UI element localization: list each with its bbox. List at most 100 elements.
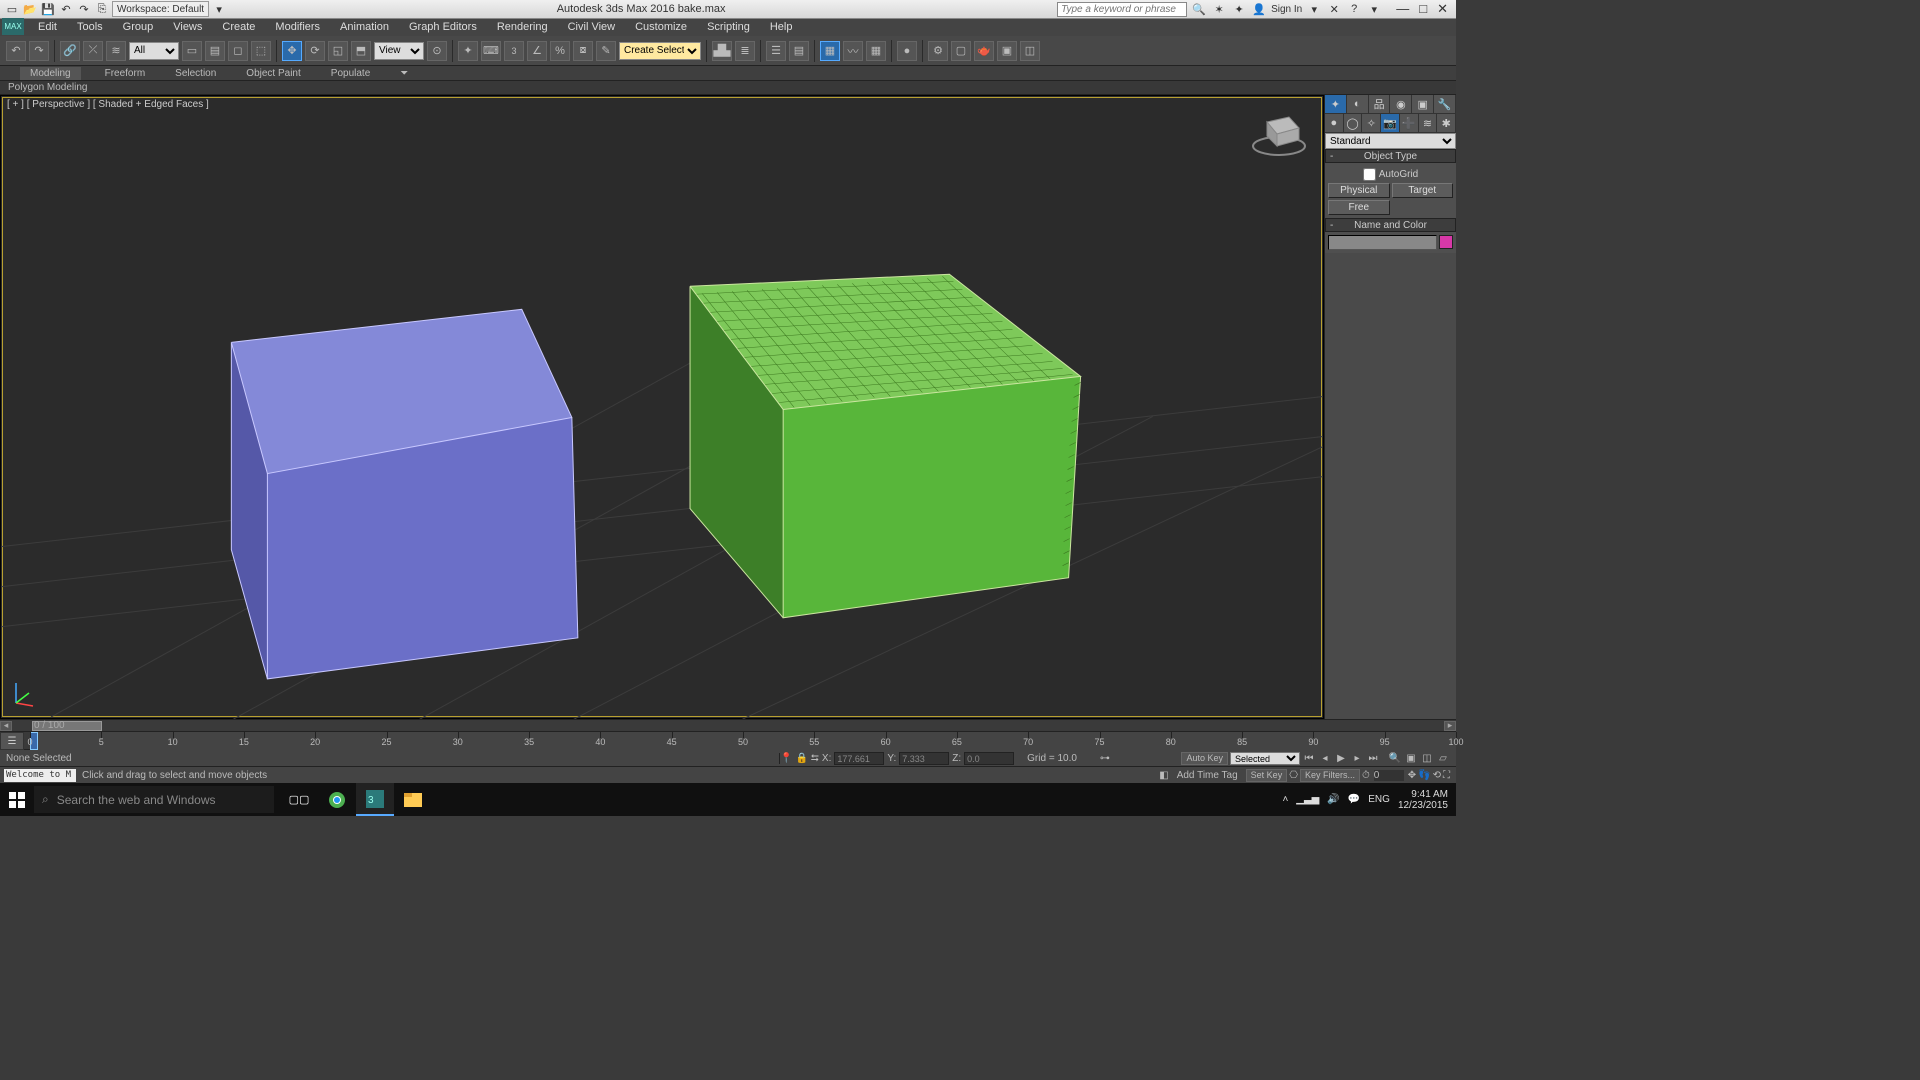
task-view-button[interactable]: ▢▢ [280, 783, 318, 816]
name-color-header[interactable]: -Name and Color [1325, 218, 1456, 232]
object-green-cube[interactable] [690, 274, 1081, 618]
viewport[interactable]: [ + ] [ Perspective ] [ Shaded + Edged F… [0, 95, 1324, 719]
redo-icon[interactable]: ↷ [76, 1, 92, 17]
taskbar-explorer-icon[interactable] [394, 783, 432, 816]
menu-animation[interactable]: Animation [330, 19, 399, 36]
nav-zoom-icon[interactable]: 🔍 [1388, 751, 1402, 765]
target-button[interactable]: Target [1392, 183, 1454, 198]
nav-orbit-icon[interactable]: ⟲ [1433, 770, 1441, 781]
display-tab-icon[interactable]: ▣ [1412, 95, 1434, 113]
trackbar-menu-button[interactable]: ☰ [0, 732, 24, 750]
ribbon-tab-selection[interactable]: Selection [169, 67, 222, 80]
object-name-input[interactable] [1328, 235, 1437, 250]
search-icon[interactable]: 🔍 [1191, 1, 1207, 17]
menu-civil-view[interactable]: Civil View [558, 19, 625, 36]
systems-icon[interactable]: ✱ [1437, 114, 1456, 132]
link-button[interactable]: 🔗 [60, 41, 80, 61]
menu-modifiers[interactable]: Modifiers [265, 19, 330, 36]
hierarchy-tab-icon[interactable]: 品 [1369, 95, 1391, 113]
tray-network-icon[interactable]: ▁▃▅ [1296, 794, 1319, 805]
time-slider[interactable]: ◂ 0 / 100 ▸ [0, 719, 1456, 731]
shapes-icon[interactable]: ◯ [1344, 114, 1363, 132]
spinner-snap-button[interactable]: ⧇ [573, 41, 593, 61]
tray-clock[interactable]: 9:41 AM 12/23/2015 [1398, 789, 1448, 811]
ribbon-tab-object-paint[interactable]: Object Paint [240, 67, 306, 80]
cameras-icon[interactable]: 📷 [1381, 114, 1400, 132]
manipulate-button[interactable]: ✦ [458, 41, 478, 61]
unlink-button[interactable]: ⤫ [83, 41, 103, 61]
nav-zoom-extents-icon[interactable]: ◫ [1420, 751, 1434, 765]
spacewarps-icon[interactable]: ≋ [1419, 114, 1438, 132]
material-editor-button[interactable]: ● [897, 41, 917, 61]
menu-customize[interactable]: Customize [625, 19, 697, 36]
minimize-button[interactable]: — [1396, 1, 1409, 17]
select-scale-button[interactable]: ◱ [328, 41, 348, 61]
undo-icon[interactable]: ↶ [58, 1, 74, 17]
nav-pan-icon[interactable]: ✥ [1408, 770, 1416, 781]
ref-coord-dropdown[interactable]: View [374, 42, 424, 60]
exchange2-icon[interactable]: ✕ [1326, 1, 1342, 17]
free-button[interactable]: Free [1328, 200, 1390, 215]
physical-button[interactable]: Physical [1328, 183, 1390, 198]
track-bar[interactable]: ☰ 05101520253035404550556065707580859095… [0, 731, 1456, 749]
autogrid-checkbox[interactable] [1363, 168, 1376, 181]
y-field[interactable]: 7.333 [899, 752, 949, 765]
current-frame-field[interactable]: 0 [1374, 770, 1404, 781]
ribbon-tab-populate[interactable]: Populate [325, 67, 376, 80]
named-selection-dropdown[interactable]: Create Selection Se [619, 42, 701, 60]
ribbon-expand-icon[interactable]: ⏷ [394, 67, 414, 80]
save-icon[interactable]: 💾 [40, 1, 56, 17]
render-prod-button[interactable]: 🫖 [974, 41, 994, 61]
autokey-button[interactable]: Auto Key [1181, 752, 1228, 765]
menu-scripting[interactable]: Scripting [697, 19, 760, 36]
redo-button[interactable]: ↷ [29, 41, 49, 61]
render-iterative-button[interactable]: ▣ [997, 41, 1017, 61]
ribbon-tab-freeform[interactable]: Freeform [99, 67, 152, 80]
setkey-large-icon[interactable]: ⎔ [1289, 770, 1298, 781]
render-setup-button[interactable]: ⚙ [928, 41, 948, 61]
selection-filter-dropdown[interactable]: All [129, 42, 179, 60]
taskbar-search-input[interactable]: ⌕ Search the web and Windows [34, 786, 274, 813]
slider-scroll-left-icon[interactable]: ◂ [0, 721, 12, 731]
align-button[interactable]: ≣ [735, 41, 755, 61]
lights-icon[interactable]: ✧ [1362, 114, 1381, 132]
menu-create[interactable]: Create [212, 19, 265, 36]
close-button[interactable]: ✕ [1437, 1, 1448, 17]
infocenter-search-input[interactable] [1057, 2, 1187, 17]
help-icon[interactable]: ? [1346, 1, 1362, 17]
app-menu-button[interactable]: MAX [2, 18, 24, 35]
nav-zoomall-icon[interactable]: ▣ [1404, 751, 1418, 765]
keymode-dropdown[interactable]: Selected [1230, 752, 1300, 765]
key-filters-button[interactable]: Key Filters... [1300, 769, 1360, 782]
bind-button[interactable]: ≋ [106, 41, 126, 61]
menu-help[interactable]: Help [760, 19, 803, 36]
menu-group[interactable]: Group [113, 19, 164, 36]
undo-button[interactable]: ↶ [6, 41, 26, 61]
layers-toggle-button[interactable]: ☰ [766, 41, 786, 61]
tray-chevron-icon[interactable]: ˄ [1282, 794, 1288, 805]
coord-mode-icon[interactable]: ⮀ [811, 753, 819, 764]
render-activeview-button[interactable]: ◫ [1020, 41, 1040, 61]
nav-fov-icon[interactable]: ▱ [1436, 751, 1450, 765]
signin-label[interactable]: Sign In [1271, 1, 1302, 17]
selection-lock-icon[interactable]: 📍 [780, 753, 792, 764]
edit-named-sel-button[interactable]: ✎ [596, 41, 616, 61]
help-dropdown-icon[interactable]: ▾ [1366, 1, 1382, 17]
next-frame-icon[interactable]: ▸ [1350, 751, 1364, 765]
z-field[interactable]: 0.0 [964, 752, 1014, 765]
object-blue-cube[interactable] [231, 309, 578, 679]
exchange-icon[interactable]: ✦ [1231, 1, 1247, 17]
modify-tab-icon[interactable]: ◐ [1347, 95, 1369, 113]
toggle-ribbon-button[interactable]: ▦ [820, 41, 840, 61]
menu-graph-editors[interactable]: Graph Editors [399, 19, 487, 36]
select-place-button[interactable]: ⬒ [351, 41, 371, 61]
play-icon[interactable]: ▶ [1334, 751, 1348, 765]
maxscript-mini-listener[interactable]: Welcome to M [4, 769, 76, 782]
menu-views[interactable]: Views [163, 19, 212, 36]
object-color-swatch[interactable] [1439, 235, 1453, 249]
geometry-icon[interactable]: ● [1325, 114, 1344, 132]
ribbon-tab-modeling[interactable]: Modeling [20, 67, 81, 80]
curve-editor-button[interactable]: 〰 [843, 41, 863, 61]
new-icon[interactable]: ▭ [4, 1, 20, 17]
start-button[interactable] [0, 783, 34, 816]
